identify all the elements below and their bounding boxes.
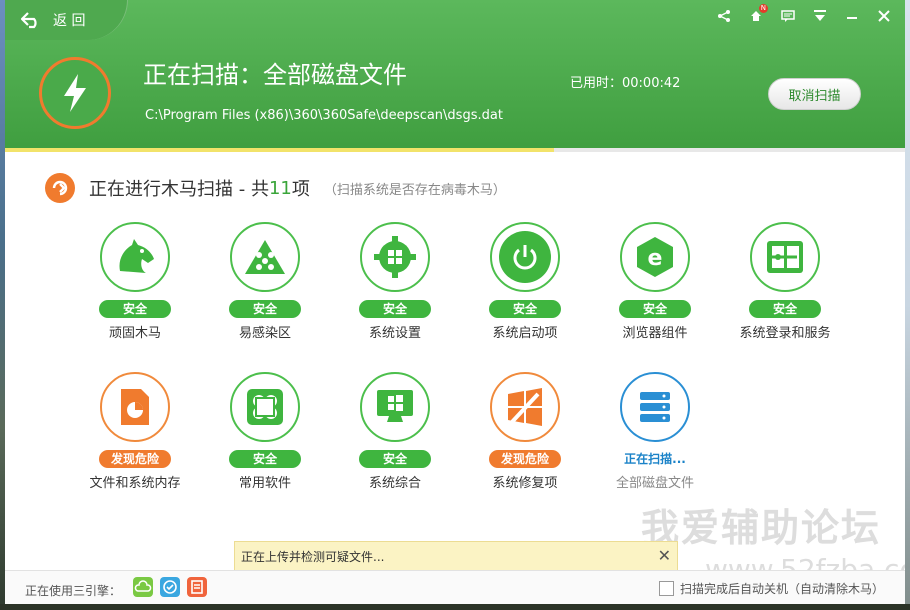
engines-label: 正在使用三引擎： [25, 584, 122, 598]
login-service-icon [759, 231, 811, 283]
scan-item-ring [360, 372, 430, 442]
scan-item[interactable]: 安全 常用软件 [200, 372, 330, 491]
horse-icon [109, 231, 161, 283]
status-badge: 安全 [99, 300, 171, 318]
auto-shutdown-label: 扫描完成后自动关机（自动清除木马） [680, 582, 885, 596]
section-count: 11 [268, 177, 292, 199]
auto-shutdown-checkbox[interactable] [659, 581, 674, 596]
scan-item[interactable]: 安全 易感染区 [200, 222, 330, 341]
scan-lightning-icon [39, 57, 111, 129]
auto-shutdown-option[interactable]: 扫描完成后自动关机（自动清除木马） [659, 580, 884, 597]
scan-item-label: 浏览器组件 [622, 326, 688, 341]
upload-notice-text: 正在上传并检测可疑文件... [241, 549, 385, 564]
status-badge: 安全 [229, 300, 301, 318]
trojan-scan-icon [45, 173, 75, 203]
windows-repair-icon [499, 381, 551, 433]
menu-dropdown-icon[interactable] [809, 6, 831, 26]
upload-notice: 正在上传并检测可疑文件... ✕ [234, 541, 678, 571]
biohazard-icon [239, 231, 291, 283]
share-icon[interactable] [713, 6, 735, 26]
status-badge: 安全 [749, 300, 821, 318]
section-note: （扫描系统是否存在病毒木马） [323, 182, 506, 198]
scan-item-ring [100, 222, 170, 292]
scan-item-label: 系统设置 [368, 326, 421, 341]
apps-icon [239, 381, 291, 433]
svg-text:e: e [648, 246, 663, 271]
status-badge: 安全 [619, 300, 691, 318]
scan-item-label: 易感染区 [238, 326, 291, 341]
scan-item[interactable]: 发现危险 文件和系统内存 [70, 372, 200, 491]
scan-item[interactable]: 安全 顽固木马 [70, 222, 200, 341]
scan-current-path: C:\Program Files (x86)\360\360Safe\deeps… [145, 108, 503, 123]
status-badge: 发现危险 [99, 450, 171, 468]
scan-item[interactable]: 安全 系统登录和服务 [720, 222, 850, 341]
status-badge: 安全 [359, 300, 431, 318]
scan-item-label: 系统修复项 [492, 476, 558, 491]
notification-badge: N [758, 4, 768, 13]
close-icon[interactable]: ✕ [658, 546, 671, 565]
back-button[interactable]: 返 回 [5, 0, 128, 40]
scan-item[interactable]: 安全 系统综合 [330, 372, 460, 491]
scan-item-label: 系统启动项 [492, 326, 558, 341]
qvm-engine-icon[interactable] [160, 577, 180, 597]
scan-item-label: 文件和系统内存 [89, 476, 181, 491]
scan-item-ring [620, 372, 690, 442]
section-header: 正在进行木马扫描 - 共 11 项 （扫描系统是否存在病毒木马） [45, 173, 506, 203]
scan-progress-bar [5, 148, 905, 152]
cloud-engine-icon[interactable] [133, 577, 153, 597]
power-icon [499, 231, 551, 283]
desktop-background-bottom [0, 604, 910, 610]
scan-item-ring [100, 372, 170, 442]
status-badge: 正在扫描... [624, 452, 686, 466]
scan-window: 返 回 N 正在扫描：全部磁盘文件 C:\Program Files (x86)… [5, 0, 905, 604]
scan-item-label: 系统综合 [368, 476, 421, 491]
scan-item-ring [230, 222, 300, 292]
scan-item-label: 顽固木马 [108, 326, 161, 341]
scan-item[interactable]: 安全 系统启动项 [460, 222, 590, 341]
status-badge: 安全 [359, 450, 431, 468]
header: 返 回 N 正在扫描：全部磁盘文件 C:\Program Files (x86)… [5, 0, 905, 151]
disk-stack-icon [629, 381, 681, 433]
notification-icon[interactable]: N [745, 4, 768, 26]
scan-item[interactable]: 安全 系统设置 [330, 222, 460, 341]
bitdefender-engine-icon[interactable] [187, 577, 207, 597]
file-memory-icon [109, 381, 161, 433]
status-badge: 安全 [489, 300, 561, 318]
status-badge: 发现危险 [489, 450, 561, 468]
scan-item[interactable]: 发现危险 系统修复项 [460, 372, 590, 491]
cancel-scan-button[interactable]: 取消扫描 [768, 78, 861, 110]
scan-item[interactable]: 正在扫描... 全部磁盘文件 [590, 372, 720, 491]
close-icon[interactable] [873, 6, 895, 26]
scan-title: 正在扫描：全部磁盘文件 [143, 61, 407, 89]
status-badge: 安全 [229, 450, 301, 468]
back-label: 返 回 [53, 13, 86, 29]
minimize-icon[interactable] [841, 6, 863, 26]
scan-item-ring [750, 222, 820, 292]
footer: 正在使用三引擎： 扫描完成后自动关机（自动清除木马） [5, 570, 905, 604]
elapsed-time: 已用时：00:00:42 [570, 76, 681, 91]
scan-item[interactable]: e 安全 浏览器组件 [590, 222, 720, 341]
section-title: 正在进行木马扫描 - 共 [89, 179, 269, 200]
back-arrow-icon [20, 12, 37, 29]
title-bar-controls: N [713, 4, 895, 26]
scan-item-label: 常用软件 [238, 476, 291, 491]
gear-windows-icon [369, 231, 421, 283]
feedback-icon[interactable] [777, 6, 799, 26]
scan-item-ring [230, 372, 300, 442]
scan-item-label: 系统登录和服务 [739, 326, 831, 341]
scan-progress-fill [5, 148, 554, 152]
scan-item-ring [490, 372, 560, 442]
scan-item-label: 全部磁盘文件 [615, 476, 694, 491]
windows-monitor-icon [369, 381, 421, 433]
scan-item-ring: e [620, 222, 690, 292]
ie-browser-icon: e [629, 231, 681, 283]
scan-item-ring [360, 222, 430, 292]
scan-item-ring [490, 222, 560, 292]
section-unit: 项 [291, 179, 310, 200]
